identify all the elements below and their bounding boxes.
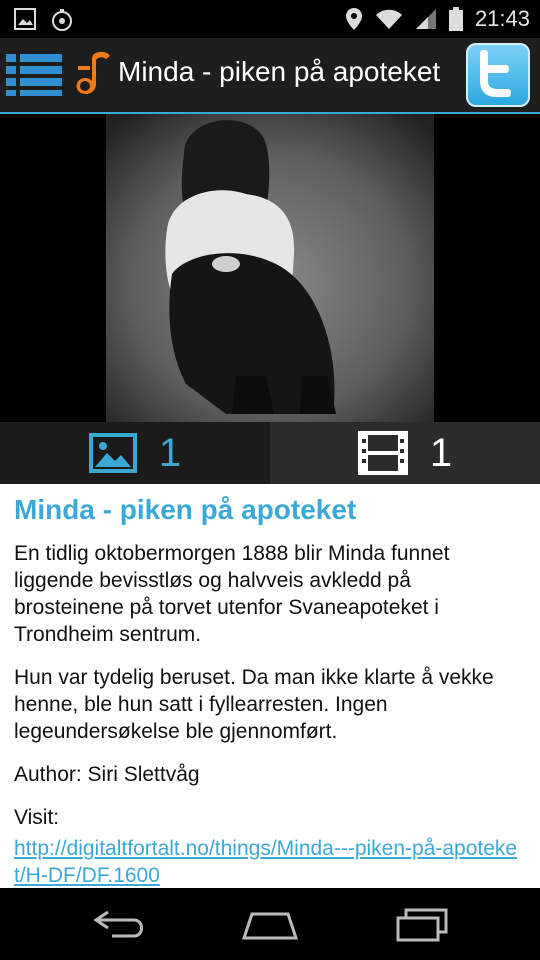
film-icon bbox=[357, 431, 408, 475]
system-nav-bar bbox=[0, 888, 540, 960]
recents-icon bbox=[396, 908, 448, 942]
status-bar: 21:43 bbox=[0, 0, 540, 38]
images-tab[interactable]: 1 bbox=[0, 422, 270, 484]
app-logo-icon bbox=[76, 51, 110, 94]
wifi-icon bbox=[375, 9, 402, 29]
recents-button[interactable] bbox=[392, 904, 452, 944]
article-title: Minda - piken på apoteket bbox=[14, 494, 357, 525]
gallery-notification-icon bbox=[14, 8, 36, 30]
media-viewer bbox=[0, 114, 540, 422]
article-content: Minda - piken på apoteket En tidlig okto… bbox=[0, 484, 540, 888]
photo-illustration bbox=[106, 114, 434, 422]
twitter-share-button[interactable] bbox=[466, 43, 530, 107]
article-photo[interactable] bbox=[106, 114, 434, 422]
menu-button[interactable] bbox=[6, 52, 64, 98]
home-icon bbox=[241, 912, 299, 940]
videos-tab[interactable]: 1 bbox=[270, 422, 540, 484]
article-paragraph: Hun var tydelig beruset. Da man ikke kla… bbox=[14, 666, 494, 743]
back-icon bbox=[93, 910, 143, 938]
visit-label: Visit: bbox=[14, 806, 60, 829]
twitter-bird-icon bbox=[480, 50, 511, 97]
timer-notification-icon bbox=[52, 9, 72, 31]
app-title: Minda - piken på apoteket bbox=[118, 56, 441, 87]
media-tabs: 1 1 bbox=[0, 422, 540, 484]
article-author: Author: Siri Slettvåg bbox=[14, 763, 200, 786]
app-bar: Minda - piken på apoteket bbox=[0, 38, 540, 114]
battery-icon bbox=[448, 7, 463, 31]
home-button[interactable] bbox=[240, 904, 300, 944]
visit-link[interactable]: http://digitaltfortalt.no/things/Minda--… bbox=[14, 835, 526, 888]
video-count: 1 bbox=[429, 430, 453, 475]
image-icon bbox=[88, 433, 137, 473]
image-count: 1 bbox=[158, 430, 182, 475]
back-button[interactable] bbox=[90, 904, 150, 944]
list-menu-icon bbox=[6, 54, 62, 96]
clock: 21:43 bbox=[474, 6, 530, 31]
article-paragraph: En tidlig oktobermorgen 1888 blir Minda … bbox=[14, 542, 450, 646]
signal-icon bbox=[415, 9, 436, 29]
location-icon bbox=[345, 8, 362, 30]
